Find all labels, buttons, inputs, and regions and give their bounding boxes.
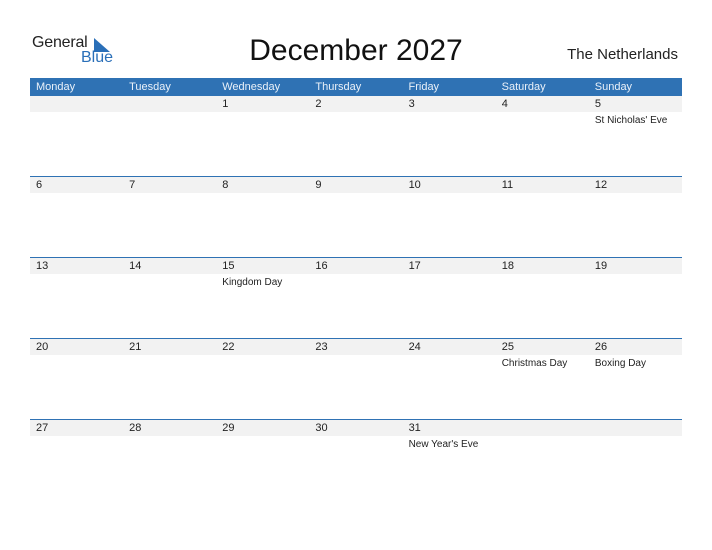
day-number: 31: [408, 422, 421, 434]
day-cell[interactable]: 29: [216, 419, 309, 500]
day-number: 4: [501, 98, 508, 110]
week-row: 1 2 3 4 5 St Nicholas' Eve: [30, 96, 682, 177]
weekday-sunday: Sunday: [594, 81, 633, 93]
day-number: 7: [129, 179, 136, 191]
day-cell[interactable]: 21: [123, 338, 216, 419]
day-cell[interactable]: 10: [403, 176, 496, 257]
week-row: 20 21 22 23 24 25 Christmas Day 26 Boxing Day: [30, 338, 682, 419]
holiday-label: Kingdom Day: [222, 277, 283, 288]
day-cell[interactable]: 19: [589, 257, 682, 338]
day-cell[interactable]: 8: [216, 176, 309, 257]
day-number: 19: [594, 260, 608, 272]
day-cell[interactable]: 20: [30, 338, 123, 419]
day-cell[interactable]: 7: [123, 176, 216, 257]
day-number: 21: [129, 341, 142, 353]
day-number: 27: [36, 422, 49, 434]
day-cell[interactable]: 13: [30, 257, 123, 338]
day-cell[interactable]: 14: [123, 257, 216, 338]
day-cell[interactable]: 26 Boxing Day: [589, 338, 682, 419]
holiday-label: St Nicholas' Eve: [594, 115, 668, 126]
holiday-label: Boxing Day: [594, 358, 646, 369]
week-row: 6 7 8 9 10 11 12: [30, 176, 682, 257]
day-cell[interactable]: 11: [496, 176, 589, 257]
day-cell[interactable]: 30: [309, 419, 402, 500]
day-number: 2: [315, 98, 322, 110]
day-number: 24: [408, 341, 421, 353]
weekday-wednesday: Wednesday: [222, 81, 281, 93]
day-cell[interactable]: 23: [309, 338, 402, 419]
day-number: 9: [315, 179, 322, 191]
day-number: 12: [594, 179, 608, 191]
day-cell[interactable]: 15 Kingdom Day: [216, 257, 309, 338]
day-number: 15: [222, 260, 235, 272]
day-cell[interactable]: 25 Christmas Day: [496, 338, 589, 419]
day-cell[interactable]: 31 New Year's Eve: [403, 419, 496, 500]
day-number: 14: [129, 260, 142, 272]
day-cell[interactable]: [30, 96, 123, 177]
day-number: 30: [315, 422, 328, 434]
day-cell[interactable]: 5 St Nicholas' Eve: [589, 96, 682, 177]
day-number: 28: [129, 422, 142, 434]
day-cell[interactable]: 12: [589, 176, 682, 257]
day-cell[interactable]: [496, 419, 589, 500]
weekday-thursday: Thursday: [315, 81, 362, 93]
day-cell[interactable]: 4: [496, 96, 589, 177]
week-row: 13 14 15 Kingdom Day 16 17 18 19: [30, 257, 682, 338]
day-number: 8: [222, 179, 229, 191]
day-number: 11: [501, 179, 514, 191]
day-cell[interactable]: 16: [309, 257, 402, 338]
day-number: 29: [222, 422, 235, 434]
day-number: 22: [222, 341, 235, 353]
weekday-tuesday: Tuesday: [129, 81, 171, 93]
day-number: 23: [315, 341, 328, 353]
day-cell[interactable]: 27: [30, 419, 123, 500]
day-cell[interactable]: 9: [309, 176, 402, 257]
day-cell[interactable]: 24: [403, 338, 496, 419]
day-number: 10: [408, 179, 421, 191]
day-cell[interactable]: 28: [123, 419, 216, 500]
week-row: 27 28 29 30 31 New Year's Eve: [30, 419, 682, 500]
holiday-label: New Year's Eve: [408, 439, 479, 450]
day-cell[interactable]: 17: [403, 257, 496, 338]
day-cell[interactable]: 2: [309, 96, 402, 177]
day-cell[interactable]: [123, 96, 216, 177]
day-number: 13: [36, 260, 49, 272]
holiday-label: Christmas Day: [501, 358, 568, 369]
weekday-friday: Friday: [408, 81, 440, 93]
day-number: 16: [315, 260, 328, 272]
day-number: 17: [408, 260, 421, 272]
day-number: 3: [408, 98, 415, 110]
country-label: The Netherlands: [567, 46, 678, 63]
day-number: 25: [501, 341, 514, 353]
day-cell[interactable]: 1: [216, 96, 309, 177]
day-cell[interactable]: 6: [30, 176, 123, 257]
day-number: 1: [222, 98, 229, 110]
day-cell[interactable]: [589, 419, 682, 500]
day-cell[interactable]: 18: [496, 257, 589, 338]
day-cell[interactable]: 22: [216, 338, 309, 419]
day-number: 5: [594, 98, 601, 110]
day-number: 6: [36, 179, 43, 191]
day-cell[interactable]: 3: [403, 96, 496, 177]
weekday-header: Monday Tuesday Wednesday Thursday Friday Satu…: [30, 78, 682, 96]
day-number: 26: [594, 341, 608, 353]
weekday-saturday: Saturday: [501, 81, 546, 93]
day-number: 18: [501, 260, 514, 272]
weekday-monday: Monday: [36, 81, 76, 93]
day-number: 20: [36, 341, 49, 353]
